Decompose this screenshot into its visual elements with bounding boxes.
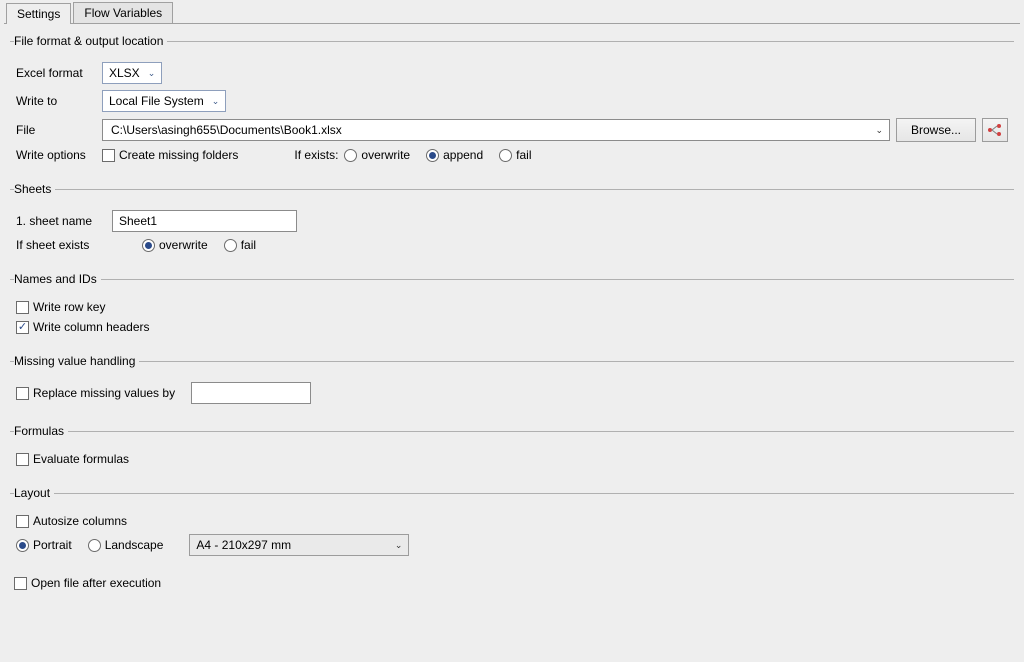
file-path-input[interactable]: [109, 122, 873, 138]
radio-icon: [426, 149, 439, 162]
chevron-down-icon[interactable]: ⌄: [873, 125, 885, 136]
flow-variable-button[interactable]: [982, 118, 1008, 142]
tab-row: Settings Flow Variables: [0, 0, 1024, 23]
write-row-key-label: Write row key: [33, 300, 105, 314]
file-label: File: [16, 123, 96, 137]
replace-missing-checkbox[interactable]: Replace missing values by: [16, 386, 175, 400]
portrait-radio[interactable]: Portrait: [16, 538, 72, 552]
replace-missing-label: Replace missing values by: [33, 386, 175, 400]
checkbox-icon: [102, 149, 115, 162]
paper-size-value: A4 - 210x297 mm: [196, 538, 291, 552]
radio-icon: [224, 239, 237, 252]
if-exists-label: If exists:: [294, 148, 338, 162]
radio-icon: [499, 149, 512, 162]
group-missing: Missing value handling Replace missing v…: [10, 354, 1014, 414]
group-file-format: File format & output location Excel form…: [10, 34, 1014, 172]
write-to-label: Write to: [16, 94, 96, 108]
group-missing-legend: Missing value handling: [14, 354, 139, 368]
tab-settings[interactable]: Settings: [6, 3, 71, 24]
checkbox-icon: [16, 515, 29, 528]
landscape-label: Landscape: [105, 538, 164, 552]
excel-format-label: Excel format: [16, 66, 96, 80]
evaluate-formulas-checkbox[interactable]: Evaluate formulas: [16, 452, 129, 466]
sheet-overwrite-radio[interactable]: overwrite: [142, 238, 208, 252]
autosize-label: Autosize columns: [33, 514, 127, 528]
group-layout-legend: Layout: [14, 486, 54, 500]
group-names-ids: Names and IDs Write row key ✓ Write colu…: [10, 272, 1014, 344]
replace-missing-input[interactable]: [191, 382, 311, 404]
radio-icon: [88, 539, 101, 552]
group-sheets-legend: Sheets: [14, 182, 55, 196]
flow-variable-icon: [987, 122, 1003, 138]
sheet-overwrite-label: overwrite: [159, 238, 208, 252]
append-label: append: [443, 148, 483, 162]
chevron-down-icon: ⌄: [395, 540, 403, 551]
landscape-radio[interactable]: Landscape: [88, 538, 164, 552]
if-exists-overwrite-radio[interactable]: overwrite: [344, 148, 410, 162]
chevron-down-icon: ⌄: [212, 96, 220, 107]
if-exists-append-radio[interactable]: append: [426, 148, 483, 162]
write-options-label: Write options: [16, 148, 96, 162]
excel-format-select[interactable]: XLSX ⌄: [102, 62, 162, 84]
write-col-headers-label: Write column headers: [33, 320, 150, 334]
write-to-select[interactable]: Local File System ⌄: [102, 90, 226, 112]
group-formulas: Formulas Evaluate formulas: [10, 424, 1014, 476]
group-names-ids-legend: Names and IDs: [14, 272, 101, 286]
sheet-name-label: 1. sheet name: [16, 214, 106, 228]
radio-icon: [16, 539, 29, 552]
sheet-name-input[interactable]: [112, 210, 297, 232]
browse-button[interactable]: Browse...: [896, 118, 976, 142]
write-to-value: Local File System: [109, 94, 204, 108]
write-col-headers-checkbox[interactable]: ✓ Write column headers: [16, 320, 150, 334]
settings-panel: File format & output location Excel form…: [4, 23, 1020, 600]
write-row-key-checkbox[interactable]: Write row key: [16, 300, 105, 314]
autosize-checkbox[interactable]: Autosize columns: [16, 514, 127, 528]
file-path-combo[interactable]: ⌄: [102, 119, 890, 141]
radio-icon: [344, 149, 357, 162]
checkbox-icon: [16, 387, 29, 400]
checkbox-icon: [16, 453, 29, 466]
group-formulas-legend: Formulas: [14, 424, 68, 438]
group-sheets: Sheets 1. sheet name If sheet exists ove…: [10, 182, 1014, 262]
sheet-fail-radio[interactable]: fail: [224, 238, 256, 252]
checkbox-icon: ✓: [16, 321, 29, 334]
fail-label: fail: [516, 148, 531, 162]
group-file-format-legend: File format & output location: [14, 34, 167, 48]
evaluate-formulas-label: Evaluate formulas: [33, 452, 129, 466]
radio-icon: [142, 239, 155, 252]
checkbox-icon: [14, 577, 27, 590]
if-sheet-exists-label: If sheet exists: [16, 238, 106, 252]
sheet-fail-label: fail: [241, 238, 256, 252]
create-missing-label: Create missing folders: [119, 148, 238, 162]
paper-size-select[interactable]: A4 - 210x297 mm ⌄: [189, 534, 409, 556]
portrait-label: Portrait: [33, 538, 72, 552]
open-file-checkbox[interactable]: Open file after execution: [14, 576, 161, 590]
overwrite-label: overwrite: [361, 148, 410, 162]
tab-flow-variables[interactable]: Flow Variables: [73, 2, 173, 23]
checkbox-icon: [16, 301, 29, 314]
chevron-down-icon: ⌄: [148, 68, 156, 79]
excel-format-value: XLSX: [109, 66, 140, 80]
create-missing-checkbox[interactable]: Create missing folders: [102, 148, 238, 162]
group-layout: Layout Autosize columns Portrait Landsca…: [10, 486, 1014, 566]
open-file-label: Open file after execution: [31, 576, 161, 590]
if-exists-fail-radio[interactable]: fail: [499, 148, 531, 162]
